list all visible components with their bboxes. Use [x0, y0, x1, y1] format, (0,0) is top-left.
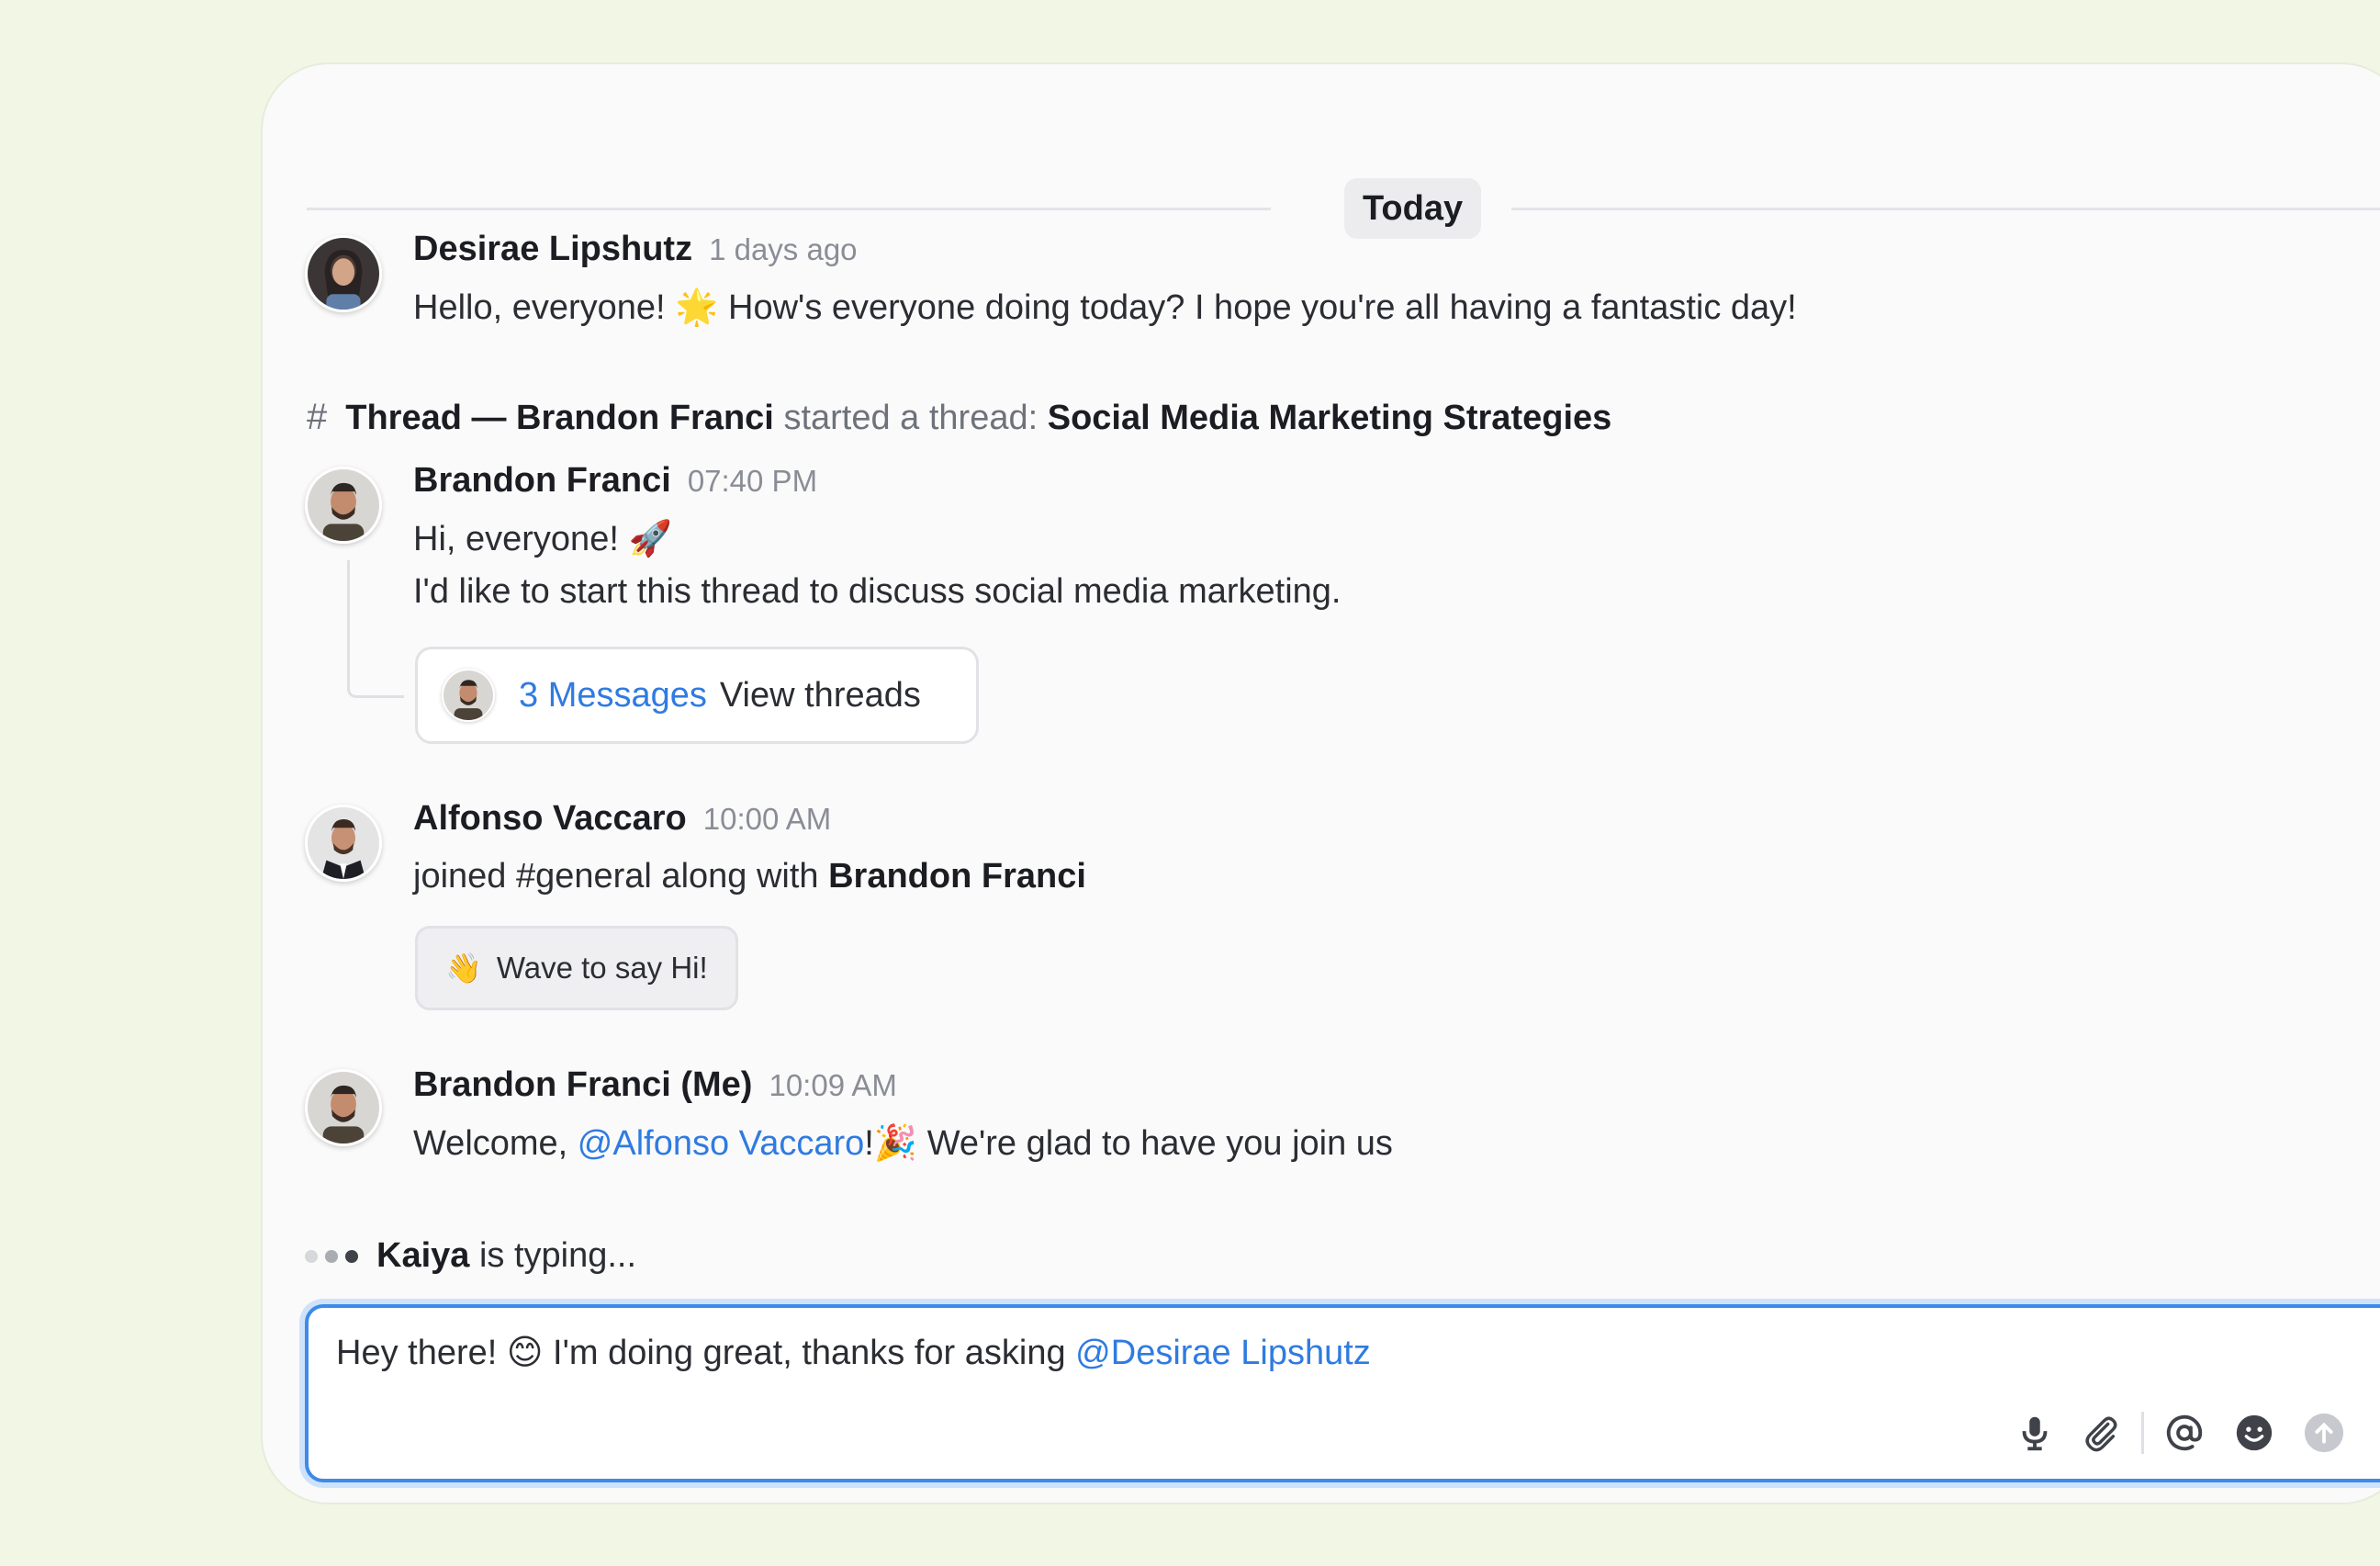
message-text: We're glad to have you join us: [917, 1124, 1393, 1163]
view-threads-link[interactable]: View threads: [720, 676, 921, 715]
divider-line-right: [1511, 208, 2380, 210]
composer-mention[interactable]: @Desirae Lipshutz: [1075, 1334, 1371, 1372]
wave-button-label: Wave to say Hi!: [496, 951, 708, 985]
author-name[interactable]: Desirae Lipshutz: [413, 230, 692, 268]
message-header: Alfonso Vaccaro 10:00 AM: [413, 799, 831, 839]
typing-dot: [325, 1249, 338, 1263]
avatar-alfonso[interactable]: [305, 805, 382, 882]
message-header: Desirae Lipshutz 1 days ago: [413, 230, 858, 269]
mention-link[interactable]: @Alfonso Vaccaro: [578, 1124, 864, 1163]
avatar-brandon-me[interactable]: [305, 1069, 382, 1146]
send-icon[interactable]: [2300, 1409, 2348, 1457]
join-text: joined #general along with: [413, 857, 829, 896]
avatar-brandon[interactable]: [305, 467, 382, 544]
thread-connector: [347, 560, 404, 698]
message-body-line: I'd like to start this thread to discuss…: [413, 572, 1342, 611]
author-name[interactable]: Brandon Franci: [413, 461, 671, 500]
message-body: joined #general along with Brandon Franc…: [413, 854, 1086, 898]
typing-dot: [345, 1249, 358, 1263]
toolbar-separator: [2141, 1412, 2144, 1454]
wave-hand-icon: 👋: [445, 951, 482, 986]
timestamp: 10:09 AM: [769, 1068, 897, 1102]
join-with-name[interactable]: Brandon Franci: [828, 857, 1086, 896]
wave-button[interactable]: 👋 Wave to say Hi!: [415, 926, 738, 1010]
timestamp: 1 days ago: [709, 232, 858, 266]
thread-started-label: started a thread:: [783, 399, 1038, 437]
message-body: Welcome, @Alfonso Vaccaro!🎉 We're glad t…: [413, 1121, 1393, 1166]
hash-icon: #: [307, 397, 328, 437]
thread-message-count[interactable]: 3 Messages: [519, 676, 707, 715]
emoji-icon[interactable]: [2230, 1409, 2278, 1457]
author-name[interactable]: Brandon Franci (Me): [413, 1065, 752, 1104]
typing-user: Kaiya: [376, 1236, 470, 1275]
avatar-desirae[interactable]: [305, 235, 382, 312]
paperclip-icon[interactable]: [2077, 1409, 2125, 1457]
composer-text: Hey there!: [336, 1334, 507, 1372]
composer-text: I'm doing great, thanks for asking: [543, 1334, 1076, 1372]
author-name[interactable]: Alfonso Vaccaro: [413, 799, 687, 838]
star-emoji-icon: 🌟: [675, 287, 719, 327]
at-sign-icon[interactable]: [2161, 1409, 2208, 1457]
message-text: How's everyone doing today? I hope you'r…: [718, 288, 1797, 327]
composer-input[interactable]: Hey there! 😊 I'm doing great, thanks for…: [336, 1332, 1371, 1373]
timestamp: 10:00 AM: [702, 802, 832, 836]
chat-panel: Today Desirae Lipshutz 1 days ago Hello, …: [261, 62, 2380, 1504]
thread-header[interactable]: # Thread — Brandon Franci started a threa…: [307, 397, 1611, 438]
message-text: Welcome,: [413, 1124, 578, 1163]
typing-label: Kaiya is typing...: [376, 1236, 636, 1276]
typing-dot: [305, 1249, 318, 1263]
thread-participant-avatar: [442, 669, 495, 722]
timestamp: 07:40 PM: [687, 464, 818, 498]
rocket-emoji-icon: 🚀: [628, 518, 672, 558]
date-divider-label: Today: [1344, 178, 1482, 239]
message-text: Hello, everyone!: [413, 288, 676, 327]
view-threads-card[interactable]: 3 Messages View threads: [415, 647, 979, 744]
message-composer[interactable]: Hey there! 😊 I'm doing great, thanks for…: [305, 1304, 2380, 1482]
typing-indicator: Kaiya is typing...: [305, 1236, 636, 1276]
divider-line-left: [307, 208, 1271, 210]
thread-title: Social Media Marketing Strategies: [1047, 399, 1612, 437]
message-text: Hi, everyone!: [413, 520, 629, 558]
message-header: Brandon Franci 07:40 PM: [413, 461, 817, 501]
thread-prefix: Thread — Brandon Franci: [345, 399, 774, 437]
date-divider: Today: [307, 136, 2380, 239]
message-body-line: Hi, everyone! 🚀: [413, 516, 672, 561]
message-header: Brandon Franci (Me) 10:09 AM: [413, 1065, 897, 1105]
message-body: Hello, everyone! 🌟 How's everyone doing …: [413, 285, 1797, 330]
smile-emoji-icon: 😊: [506, 1332, 544, 1372]
microphone-icon[interactable]: [2011, 1409, 2059, 1457]
message-text: !: [864, 1124, 874, 1163]
composer-toolbar: [2011, 1409, 2348, 1457]
party-emoji-icon: 🎉: [873, 1122, 918, 1163]
typing-suffix: is typing...: [469, 1236, 637, 1275]
